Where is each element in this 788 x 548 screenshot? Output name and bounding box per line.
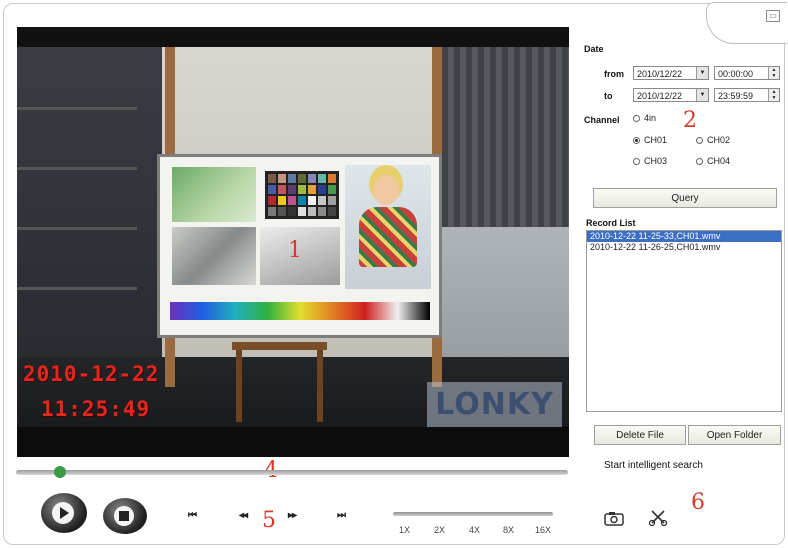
radio-label: CH04 bbox=[707, 156, 731, 166]
speed-slider[interactable] bbox=[393, 512, 553, 516]
to-date-value: 2010/12/22 bbox=[637, 91, 683, 101]
video-letterbox bbox=[17, 427, 569, 457]
to-date-picker[interactable]: 2010/12/22 ▼ bbox=[633, 88, 709, 102]
play-button[interactable] bbox=[41, 493, 87, 533]
next-record-button[interactable]: ⏭ bbox=[337, 510, 346, 521]
spinner-icon[interactable]: ▲ ▼ bbox=[768, 89, 779, 101]
list-item[interactable]: 2010-12-22 11-25-33,CH01.wmv bbox=[587, 231, 781, 242]
speed-label: 2X bbox=[434, 525, 446, 535]
stop-icon bbox=[114, 506, 134, 526]
marker-6: 6 bbox=[691, 490, 705, 515]
stop-button[interactable] bbox=[103, 498, 147, 534]
radio-label: CH01 bbox=[644, 135, 668, 145]
marker-2: 2 bbox=[683, 108, 697, 133]
channel-label: Channel bbox=[584, 115, 620, 125]
marker-1: 1 bbox=[288, 238, 302, 263]
seek-bar[interactable] bbox=[16, 470, 568, 475]
radio-icon bbox=[633, 157, 640, 165]
rewind-button[interactable]: ◂◂ bbox=[239, 510, 248, 521]
date-label: Date bbox=[584, 44, 604, 54]
speed-label: 1X bbox=[399, 525, 411, 535]
channel-radio-ch03[interactable]: CH03 bbox=[633, 156, 667, 166]
watermark-logo: LONKY bbox=[427, 382, 562, 427]
fast-forward-button[interactable]: ▸▸ bbox=[288, 510, 297, 521]
channel-radio-4in[interactable]: 4in bbox=[633, 113, 656, 123]
scene-curtain bbox=[442, 47, 569, 237]
speed-label: 4X bbox=[469, 525, 481, 535]
from-date-picker[interactable]: 2010/12/22 ▼ bbox=[633, 66, 709, 80]
scene-table bbox=[232, 342, 327, 422]
query-button[interactable]: Query bbox=[593, 188, 777, 208]
channel-radio-ch01[interactable]: CH01 bbox=[633, 135, 667, 145]
speed-label: 8X bbox=[503, 525, 515, 535]
marker-5: 5 bbox=[262, 508, 276, 533]
from-time-value: 00:00:00 bbox=[718, 69, 754, 79]
open-folder-button[interactable]: Open Folder bbox=[688, 425, 781, 445]
window-corner-tab bbox=[706, 2, 787, 44]
channel-radio-ch02[interactable]: CH02 bbox=[696, 135, 730, 145]
chart-color-bar bbox=[170, 302, 430, 320]
osd-date: 2010-12-22 bbox=[23, 362, 160, 386]
radio-label: CH02 bbox=[707, 135, 731, 145]
radio-icon bbox=[633, 136, 640, 144]
play-icon bbox=[52, 502, 74, 524]
scissors-icon bbox=[648, 510, 668, 527]
spinner-icon[interactable]: ▲ ▼ bbox=[768, 67, 779, 79]
radio-icon bbox=[633, 114, 640, 122]
from-label: from bbox=[604, 69, 624, 79]
status-text: Start intelligent search bbox=[604, 460, 703, 471]
snapshot-button[interactable] bbox=[603, 509, 625, 527]
to-label: to bbox=[604, 91, 613, 101]
chart-photo bbox=[172, 227, 256, 285]
osd-time: 11:25:49 bbox=[41, 397, 151, 421]
record-list[interactable]: 2010-12-22 11-25-33,CH01.wmv 2010-12-22 … bbox=[586, 230, 782, 412]
from-time-field[interactable]: 00:00:00 ▲ ▼ bbox=[714, 66, 780, 80]
to-time-field[interactable]: 23:59:59 ▲ ▼ bbox=[714, 88, 780, 102]
chart-photo bbox=[172, 167, 256, 222]
camera-icon bbox=[604, 512, 624, 526]
radio-icon bbox=[696, 157, 703, 165]
list-item[interactable]: 2010-12-22 11-26-25,CH01.wmv bbox=[587, 242, 781, 253]
radio-icon bbox=[696, 136, 703, 144]
to-time-value: 23:59:59 bbox=[718, 91, 754, 101]
clip-button[interactable] bbox=[648, 507, 668, 527]
restore-icon[interactable]: ▭ bbox=[766, 10, 780, 22]
chevron-down-icon[interactable]: ▼ bbox=[696, 89, 708, 101]
radio-label: CH03 bbox=[644, 156, 668, 166]
chart-portrait bbox=[345, 165, 431, 289]
chevron-down-icon[interactable]: ▼ bbox=[696, 67, 708, 79]
record-list-label: Record List bbox=[586, 218, 636, 228]
channel-radio-ch04[interactable]: CH04 bbox=[696, 156, 730, 166]
radio-label: 4in bbox=[644, 113, 657, 123]
delete-file-button[interactable]: Delete File bbox=[594, 425, 686, 445]
prev-record-button[interactable]: ⏮ bbox=[188, 510, 197, 521]
color-checker bbox=[265, 171, 339, 219]
speed-label: 16X bbox=[535, 525, 552, 535]
from-date-value: 2010/12/22 bbox=[637, 69, 683, 79]
